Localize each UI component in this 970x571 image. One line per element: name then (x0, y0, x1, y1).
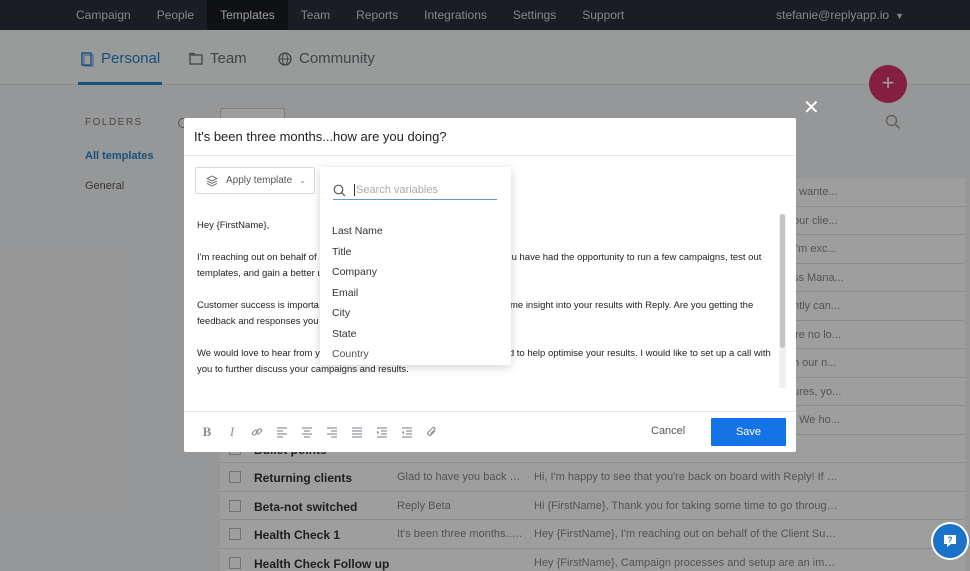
chevron-down-icon: ⌄ (299, 176, 306, 185)
modal-title[interactable]: It's been three months...how are you doi… (194, 129, 447, 144)
align-right-icon[interactable] (325, 425, 339, 439)
apply-template-label: Apply template (226, 175, 293, 186)
apply-template-button[interactable]: Apply template ⌄ (195, 167, 315, 194)
chat-support-button[interactable]: ? (933, 524, 967, 558)
align-left-icon[interactable] (275, 425, 289, 439)
body-text: u have had the opportunity to run a few … (511, 252, 762, 263)
formatting-toolbar: B I (200, 422, 450, 442)
chat-bubble-icon: ? (944, 535, 956, 547)
justify-icon[interactable] (350, 425, 364, 439)
save-button[interactable]: Save (711, 418, 786, 446)
layers-icon (206, 174, 218, 187)
variable-item[interactable]: Last Name (332, 223, 502, 244)
variables-search-input[interactable] (354, 184, 484, 196)
body-text: Customer success is importa (197, 300, 319, 311)
body-text: you to further discuss your campaigns an… (197, 364, 409, 375)
cancel-button[interactable]: Cancel (651, 425, 685, 437)
editor-scrollbar-thumb[interactable] (780, 214, 785, 348)
italic-icon[interactable]: I (225, 424, 239, 439)
link-icon[interactable] (250, 425, 264, 439)
indent-icon[interactable] (375, 425, 389, 439)
close-icon[interactable]: ✕ (803, 98, 820, 118)
variable-item[interactable]: State (332, 326, 502, 347)
svg-text:?: ? (948, 536, 953, 545)
body-text: d to help optimise your results. I would… (508, 348, 771, 359)
variables-dropdown: Last Name Title Company Email City State… (320, 167, 511, 365)
variable-item[interactable]: Country (332, 346, 502, 365)
divider (184, 155, 796, 156)
variable-item[interactable]: City (332, 305, 502, 326)
body-text: templates, and gain a better u (197, 268, 323, 279)
body-text: some insight into your results with Repl… (499, 300, 754, 311)
variable-item[interactable]: Company (332, 264, 502, 285)
divider (184, 411, 796, 412)
search-icon (333, 184, 346, 196)
bold-icon[interactable]: B (200, 424, 214, 439)
variable-item[interactable]: Email (332, 285, 502, 306)
variable-item[interactable]: Title (332, 244, 502, 265)
attachment-icon[interactable] (425, 425, 439, 439)
body-text: We would love to hear from y (197, 348, 320, 359)
variables-search (333, 181, 497, 200)
outdent-icon[interactable] (400, 425, 414, 439)
variables-list: Last Name Title Company Email City State… (332, 223, 502, 365)
align-center-icon[interactable] (300, 425, 314, 439)
body-text: feedback and responses you (197, 316, 319, 327)
body-text: I'm reaching out on behalf of (197, 252, 317, 263)
